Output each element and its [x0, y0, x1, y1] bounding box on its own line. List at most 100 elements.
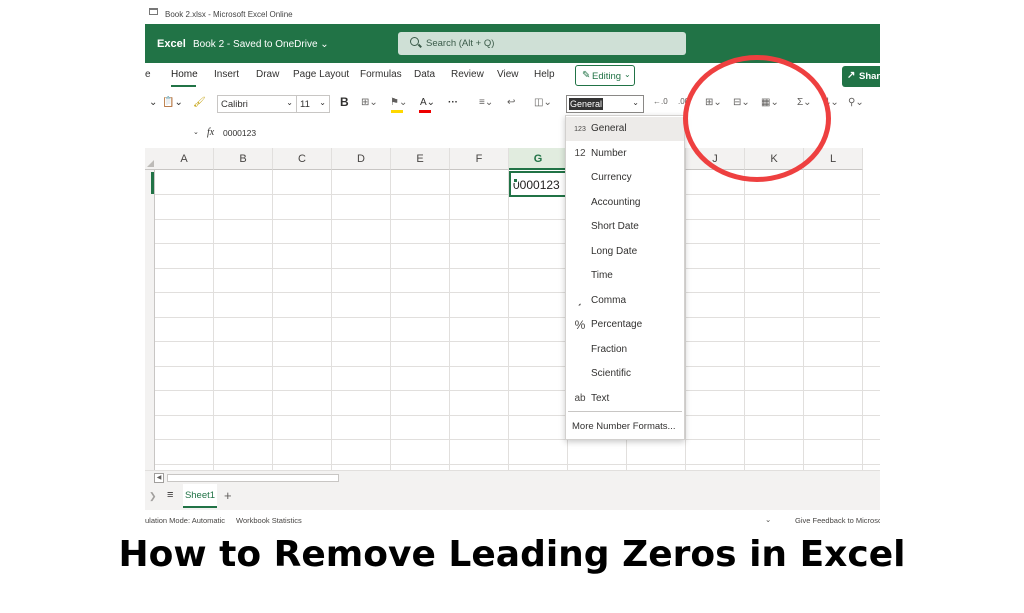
- tab-data[interactable]: Data: [414, 69, 435, 80]
- font-color-icon[interactable]: A⌄: [420, 97, 435, 108]
- format-item-short-date[interactable]: Short Date: [566, 215, 684, 239]
- find-icon[interactable]: ⚲⌄: [848, 97, 864, 108]
- sheet-nav-icon[interactable]: ❯: [149, 491, 157, 502]
- column-header-a[interactable]: A: [155, 148, 214, 170]
- calculation-mode[interactable]: ulation Mode: Automatic: [145, 516, 225, 525]
- format-item-currency[interactable]: Currency: [566, 166, 684, 190]
- format-item-label: Long Date: [591, 246, 637, 257]
- format-item-long-date[interactable]: Long Date: [566, 240, 684, 264]
- fx-icon[interactable]: fx: [207, 127, 214, 138]
- workbook-statistics[interactable]: Workbook Statistics: [236, 516, 302, 525]
- scroll-left-icon[interactable]: ◀: [154, 473, 164, 483]
- tab-file-partial[interactable]: e: [145, 69, 151, 80]
- chevron-down-icon[interactable]: ⌄: [765, 515, 771, 524]
- format-item-label: Time: [591, 270, 613, 281]
- format-item-text[interactable]: abText: [566, 387, 684, 411]
- chevron-down-icon: ⌄: [319, 98, 326, 107]
- sheet-list-icon[interactable]: ≡: [167, 489, 173, 501]
- format-item-general[interactable]: 123General: [566, 117, 684, 141]
- gridline-vertical: [213, 170, 214, 470]
- document-title[interactable]: Book 2 - Saved to OneDrive ⌄: [193, 39, 329, 50]
- borders-icon[interactable]: ⊞⌄: [361, 97, 378, 108]
- format-item-percentage[interactable]: %Percentage: [566, 313, 684, 337]
- active-cell-g1[interactable]: 0000123: [509, 171, 570, 197]
- general-123-icon: 123: [572, 126, 588, 133]
- column-header-b[interactable]: B: [214, 148, 273, 170]
- tab-help[interactable]: Help: [534, 69, 555, 80]
- more-options-icon[interactable]: ···: [448, 97, 458, 108]
- chevron-down-icon: ⌄: [624, 70, 631, 79]
- tab-review[interactable]: Review: [451, 69, 484, 80]
- font-size-select[interactable]: 11 ⌄: [296, 95, 330, 113]
- format-item-label: Fraction: [591, 344, 627, 355]
- chevron-down-icon: ⌄: [632, 98, 639, 107]
- horizontal-scrollbar[interactable]: ◀: [145, 470, 880, 484]
- format-item-number[interactable]: 12Number: [566, 142, 684, 166]
- gridline-vertical: [331, 170, 332, 470]
- gridline-vertical: [272, 170, 273, 470]
- share-label: Share: [859, 71, 880, 82]
- formula-input[interactable]: 0000123: [223, 128, 256, 138]
- format-item-scientific[interactable]: Scientific: [566, 362, 684, 386]
- highlight-circle: [683, 55, 831, 182]
- paste-icon[interactable]: 📋⌄: [162, 97, 183, 108]
- worksheet-grid[interactable]: ABCDEFGHIJKL0000123: [145, 148, 880, 470]
- bold-button[interactable]: B: [340, 95, 349, 109]
- gridline-horizontal: [155, 341, 880, 342]
- number-format-select[interactable]: General ⌄: [566, 95, 644, 113]
- undo-chevron-icon[interactable]: ⌄: [149, 97, 157, 108]
- tab-view[interactable]: View: [497, 69, 519, 80]
- format-item-time[interactable]: Time: [566, 264, 684, 288]
- column-header-g[interactable]: G: [509, 148, 568, 170]
- format-item-accounting[interactable]: Accounting: [566, 191, 684, 215]
- sheet-tab-bar: ❯ ≡ Sheet1 +: [145, 484, 880, 510]
- gridline-horizontal: [155, 268, 880, 269]
- column-header-c[interactable]: C: [273, 148, 332, 170]
- gridline-horizontal: [155, 243, 880, 244]
- gridline-vertical: [449, 170, 450, 470]
- search-box[interactable]: Search (Alt + Q): [398, 32, 686, 55]
- wrap-text-icon[interactable]: ↩: [507, 97, 515, 108]
- app-name[interactable]: Excel: [157, 38, 186, 50]
- tab-draw[interactable]: Draw: [256, 69, 279, 80]
- feedback-link[interactable]: Give Feedback to Microso: [795, 516, 880, 525]
- increase-decimal-icon[interactable]: ←.0: [653, 97, 668, 106]
- gridline-vertical: [862, 170, 863, 470]
- name-box-chevron-icon[interactable]: ⌄: [193, 128, 199, 136]
- sheet-tab-sheet1[interactable]: Sheet1: [183, 484, 217, 508]
- format-item-comma[interactable]: ͵Comma: [566, 289, 684, 313]
- format-item-fraction[interactable]: Fraction: [566, 338, 684, 362]
- format-item-label: Percentage: [591, 319, 642, 330]
- share-icon: ↗: [847, 70, 855, 81]
- share-button[interactable]: ↗ Share: [842, 66, 880, 87]
- column-header-d[interactable]: D: [332, 148, 391, 170]
- add-sheet-button[interactable]: +: [224, 488, 232, 503]
- active-tab-indicator: [171, 85, 196, 87]
- format-item-label: General: [591, 123, 627, 134]
- tab-formulas[interactable]: Formulas: [360, 69, 402, 80]
- more-number-formats-item[interactable]: More Number Formats...: [572, 421, 675, 432]
- column-header-e[interactable]: E: [391, 148, 450, 170]
- format-item-label: Text: [591, 393, 609, 404]
- gridline-horizontal: [155, 292, 880, 293]
- editing-mode-button[interactable]: ✎ Editing ⌄: [575, 65, 635, 86]
- format-painter-icon[interactable]: 🖌: [193, 97, 206, 108]
- tab-insert[interactable]: Insert: [214, 69, 239, 80]
- row-header-strip[interactable]: [145, 170, 155, 470]
- merge-icon[interactable]: ◫⌄: [534, 97, 552, 108]
- align-icon[interactable]: ≡⌄: [479, 97, 493, 108]
- format-item-label: Comma: [591, 295, 626, 306]
- tab-home[interactable]: Home: [171, 69, 198, 80]
- comma-icon: ͵: [572, 291, 588, 306]
- active-row-indicator: [151, 172, 154, 194]
- tab-page-layout[interactable]: Page Layout: [293, 69, 349, 80]
- format-item-label: Currency: [591, 172, 632, 183]
- column-header-f[interactable]: F: [450, 148, 509, 170]
- format-item-label: Number: [591, 148, 627, 159]
- gridline-horizontal: [155, 415, 880, 416]
- fill-handle[interactable]: [513, 178, 518, 183]
- fill-color-icon[interactable]: ⚑⌄: [390, 97, 407, 108]
- select-all-corner[interactable]: [145, 148, 155, 170]
- scroll-thumb[interactable]: [167, 474, 339, 482]
- font-name-select[interactable]: Calibri ⌄: [217, 95, 297, 113]
